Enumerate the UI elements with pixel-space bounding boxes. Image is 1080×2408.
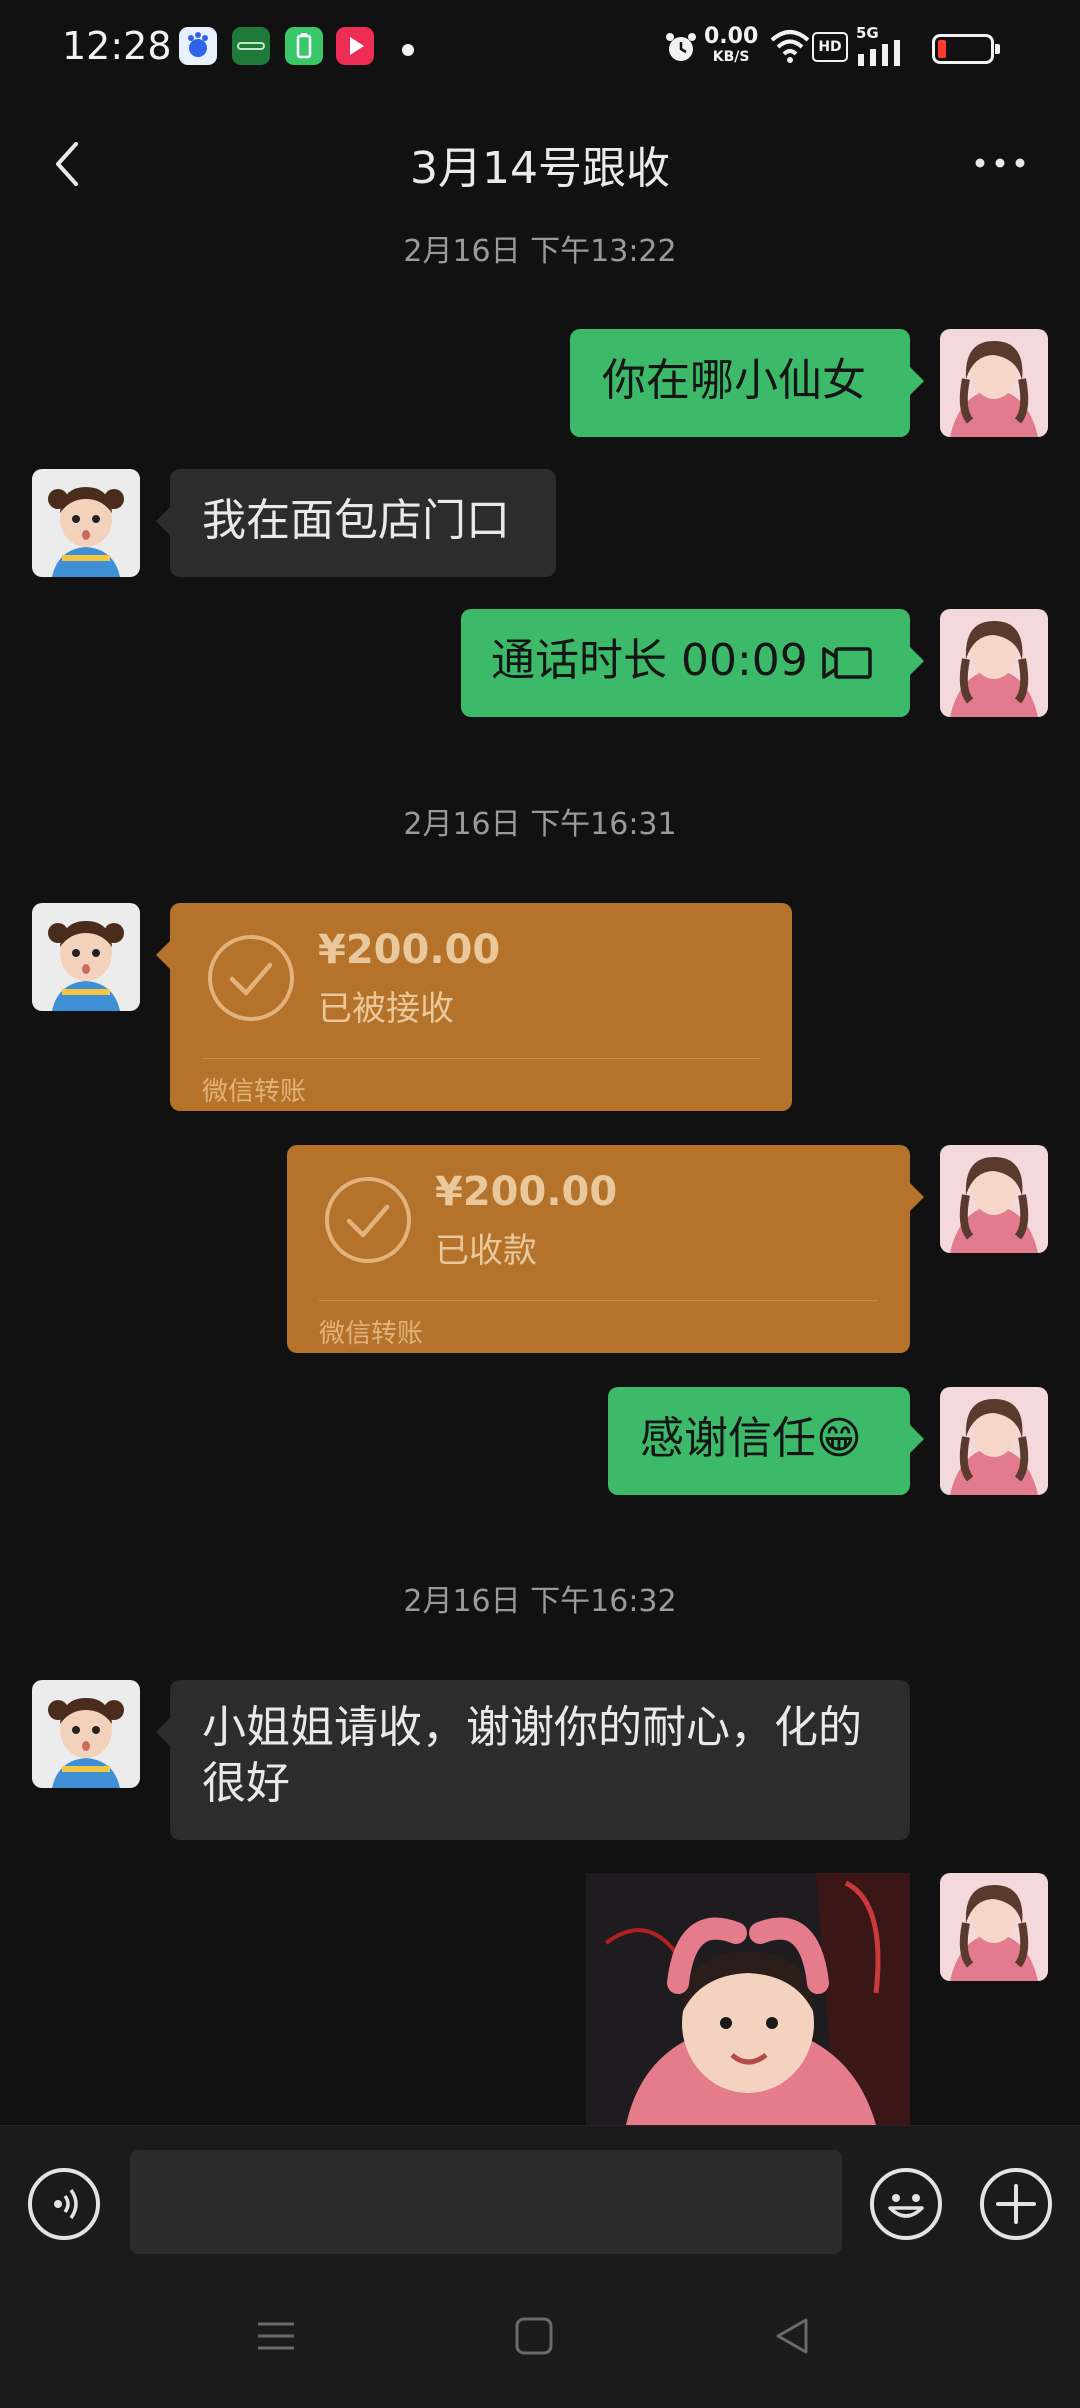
contact-avatar[interactable]	[32, 469, 140, 577]
emoji-button[interactable]	[870, 2168, 942, 2240]
check-circle-icon	[325, 1177, 411, 1263]
my-avatar[interactable]	[940, 1873, 1048, 1981]
plus-icon	[996, 2184, 1036, 2224]
status-bar: 12:28 0.00 KB/S HD 5G	[0, 0, 1080, 95]
transfer-status: 已被接收	[318, 989, 454, 1029]
voice-input-button[interactable]	[28, 2168, 100, 2240]
transfer-brand: 微信转账	[202, 1077, 307, 1107]
voice-icon	[54, 2188, 78, 2220]
notification-dot	[402, 44, 414, 56]
message-input[interactable]	[130, 2150, 842, 2254]
contact-avatar[interactable]	[32, 903, 140, 1011]
divider	[319, 1300, 878, 1301]
my-avatar[interactable]	[940, 1145, 1048, 1253]
smile-icon	[888, 2194, 924, 2218]
my-avatar[interactable]	[940, 329, 1048, 437]
oppo-icon	[232, 27, 270, 65]
message-text: 小姐姐请收，谢谢你的耐心，化的很好	[202, 1702, 862, 1809]
call-duration-text: 通话时长 00:09	[491, 635, 808, 686]
wifi-icon	[770, 30, 810, 63]
timestamp: 2月16日 下午16:32	[403, 1584, 677, 1619]
my-avatar[interactable]	[940, 609, 1048, 717]
back-triangle-icon[interactable]	[772, 2316, 812, 2356]
message-input-bar	[0, 2125, 1080, 2281]
chat-title: 3月14号跟收	[410, 143, 670, 194]
chat-header: 3月14号跟收	[0, 110, 1080, 220]
message-bubble-received[interactable]: 小姐姐请收，谢谢你的耐心，化的很好	[156, 1680, 910, 1840]
battery-icon	[932, 34, 1000, 64]
message-text: 感谢信任😁	[640, 1413, 862, 1464]
message-bubble-sent[interactable]: 感谢信任😁	[608, 1387, 924, 1495]
transfer-amount: ¥200.00	[318, 927, 501, 973]
baidu-icon	[179, 27, 217, 65]
check-circle-icon	[208, 935, 294, 1021]
video-player-icon	[336, 27, 374, 65]
home-icon[interactable]	[514, 2316, 554, 2356]
system-nav-bar	[0, 2280, 1080, 2408]
battery-saver-icon	[285, 27, 323, 65]
timestamp: 2月16日 下午13:22	[403, 234, 677, 269]
more-options-icon[interactable]	[960, 138, 1040, 188]
message-bubble-received[interactable]: 我在面包店门口	[156, 469, 556, 577]
message-text: 我在面包店门口	[202, 495, 510, 546]
transfer-amount: ¥200.00	[435, 1169, 618, 1215]
status-indicators: 0.00 KB/S HD 5G	[660, 0, 1080, 95]
my-avatar[interactable]	[940, 1387, 1048, 1495]
image-message[interactable]	[586, 1873, 910, 2125]
menu-icon[interactable]	[256, 2316, 296, 2356]
hd-badge: HD	[812, 32, 848, 62]
signal-icon	[858, 40, 900, 66]
divider	[202, 1058, 760, 1059]
transfer-brand: 微信转账	[319, 1319, 424, 1349]
alarm-icon	[666, 33, 696, 61]
more-functions-button[interactable]	[980, 2168, 1052, 2240]
transfer-card-sent[interactable]: ¥200.00 已收款 微信转账	[287, 1145, 924, 1353]
transfer-card-received[interactable]: ¥200.00 已被接收 微信转账	[156, 903, 792, 1111]
timestamp: 2月16日 下午16:31	[403, 807, 677, 842]
message-text: 你在哪小仙女	[602, 355, 866, 406]
transfer-status: 已收款	[435, 1231, 537, 1271]
network-speed: 0.00 KB/S	[704, 24, 759, 66]
video-call-icon	[822, 647, 872, 679]
call-record-bubble[interactable]: 通话时长 00:09	[461, 609, 924, 717]
contact-avatar[interactable]	[32, 1680, 140, 1788]
message-bubble-sent[interactable]: 你在哪小仙女	[570, 329, 924, 437]
status-time: 12:28	[62, 24, 172, 68]
